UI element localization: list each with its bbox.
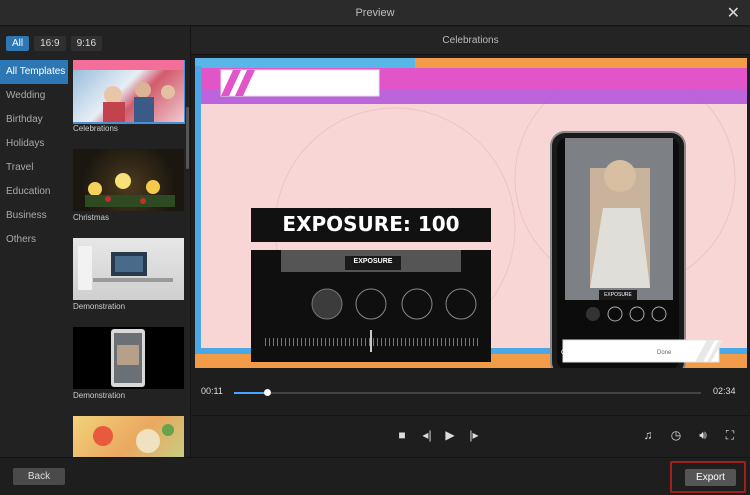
- ratio-16-9-button[interactable]: 16:9: [34, 36, 66, 51]
- category-all-templates[interactable]: All Templates: [0, 60, 68, 84]
- close-icon[interactable]: ✕: [727, 3, 740, 23]
- desk-photo: [78, 246, 173, 290]
- category-wedding[interactable]: Wedding: [0, 84, 68, 108]
- template-thumbnail-celebrations[interactable]: [73, 60, 185, 124]
- headline-text: EXPOSURE: 100: [282, 212, 460, 236]
- video-preview[interactable]: EXPOSURE: 100 EXPOSURE EXPOSURE Cancel D…: [195, 58, 747, 368]
- template-label: Celebrations: [73, 124, 118, 133]
- title-bar: Preview ✕: [0, 0, 750, 26]
- preview-title: Celebrations: [191, 27, 750, 55]
- seek-progress: [234, 392, 268, 394]
- stop-icon[interactable]: ■: [394, 428, 410, 442]
- category-holidays[interactable]: Holidays: [0, 132, 68, 156]
- back-button[interactable]: Back: [13, 468, 65, 485]
- template-label: Christmas: [73, 213, 110, 222]
- celebration-photo: [73, 60, 184, 122]
- template-thumbnail-demonstration-phone[interactable]: [73, 327, 184, 389]
- current-time: 00:11: [201, 386, 223, 396]
- window-title: Preview: [355, 7, 395, 19]
- template-scrollbar[interactable]: [186, 107, 189, 169]
- footer-bar: Back Export: [0, 457, 750, 495]
- ratio-filter: All 16:9 9:16: [6, 36, 103, 51]
- export-button[interactable]: Export: [685, 469, 736, 486]
- phone-cancel-label: Cancel: [561, 350, 580, 356]
- phone-done-label: Done: [657, 350, 672, 356]
- seek-handle[interactable]: [264, 389, 272, 396]
- christmas-photo: [85, 173, 175, 207]
- template-thumbnail-demonstration[interactable]: [73, 238, 184, 300]
- ratio-all-button[interactable]: All: [6, 36, 30, 51]
- template-label: Demonstration: [73, 391, 126, 400]
- phone-photo: [111, 329, 145, 387]
- clock-icon[interactable]: ◷: [668, 428, 684, 442]
- export-highlight: Export: [670, 461, 746, 493]
- category-birthday[interactable]: Birthday: [0, 108, 68, 132]
- template-thumbnail-christmas[interactable]: [73, 149, 184, 211]
- play-icon[interactable]: ▶: [442, 428, 458, 442]
- food-photo: [93, 424, 174, 453]
- player-controls: ■ ◂| ▶ |▸ ♫ ◷ 🔊︎ ⛶: [191, 415, 750, 455]
- template-grid: Celebrations Christmas Demonstration Dem…: [73, 60, 185, 457]
- fullscreen-icon[interactable]: ⛶: [722, 428, 738, 443]
- total-time: 02:34: [713, 386, 736, 396]
- playback-timeline: 00:11 02:34: [191, 382, 750, 404]
- ratio-9-16-button[interactable]: 9:16: [70, 36, 103, 51]
- category-travel[interactable]: Travel: [0, 156, 68, 180]
- template-label: Demonstration: [73, 302, 126, 311]
- music-icon[interactable]: ♫: [640, 428, 656, 442]
- category-list: All Templates Wedding Birthday Holidays …: [0, 60, 68, 252]
- seek-bar[interactable]: [234, 389, 701, 396]
- previous-frame-icon[interactable]: ◂|: [419, 428, 435, 442]
- category-others[interactable]: Others: [0, 228, 68, 252]
- template-sidebar: All 16:9 9:16 All Templates Wedding Birt…: [0, 27, 190, 457]
- volume-icon[interactable]: 🔊︎: [695, 428, 711, 443]
- category-business[interactable]: Business: [0, 204, 68, 228]
- category-education[interactable]: Education: [0, 180, 68, 204]
- template-thumbnail-more[interactable]: [73, 416, 184, 457]
- phone-exposure-label: EXPOSURE: [604, 292, 632, 298]
- next-frame-icon[interactable]: |▸: [466, 428, 482, 442]
- exposure-label: EXPOSURE: [353, 258, 393, 265]
- preview-panel: Celebrations EXPOSURE: 100 EXPOSURE EXPO…: [191, 27, 750, 457]
